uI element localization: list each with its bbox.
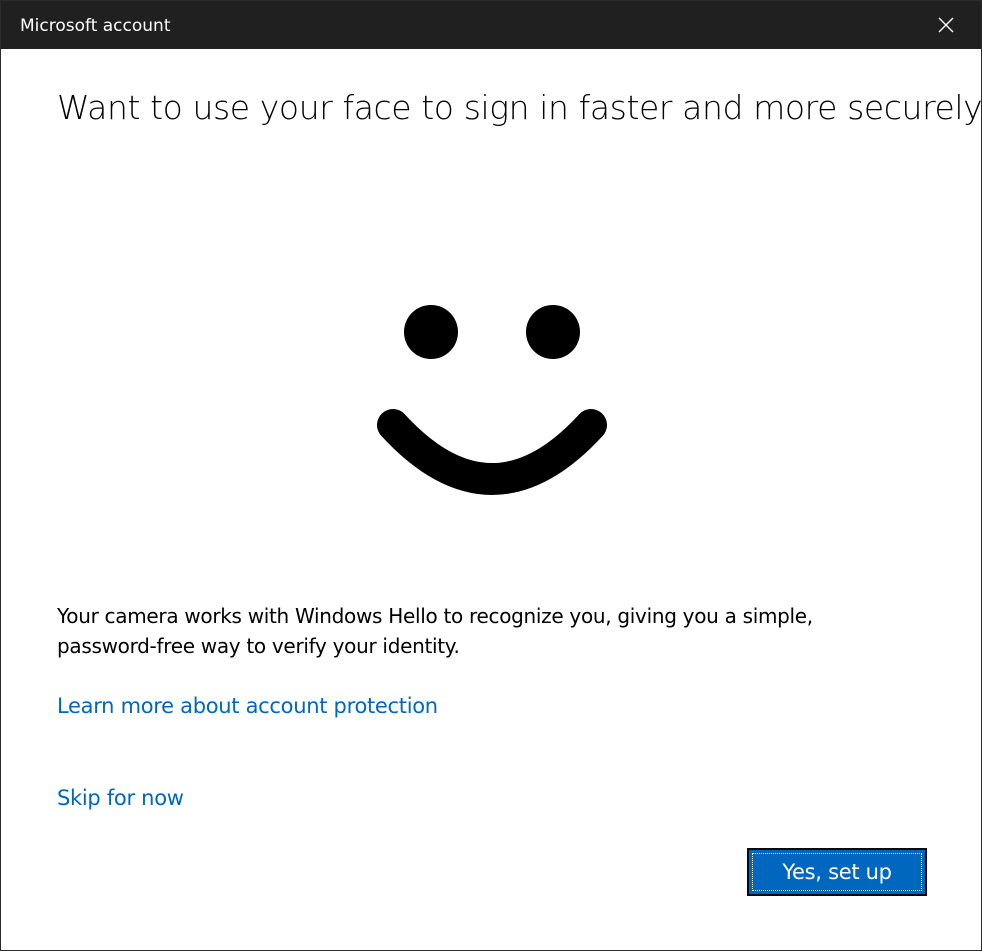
windows-hello-smiley-icon [377,305,607,495]
yes-set-up-button[interactable]: Yes, set up [747,848,927,896]
learn-more-link[interactable]: Learn more about account protection [57,693,438,719]
page-heading: Want to use your face to sign in faster … [57,88,982,127]
close-button[interactable] [911,1,981,49]
description-text: Your camera works with Windows Hello to … [57,604,813,658]
button-label: Yes, set up [752,853,922,891]
close-icon [938,17,954,33]
window-title: Microsoft account [20,16,171,36]
skip-for-now-link[interactable]: Skip for now [57,785,184,811]
microsoft-account-dialog: Microsoft account Want to use your face … [0,0,982,951]
title-bar: Microsoft account [1,1,981,49]
